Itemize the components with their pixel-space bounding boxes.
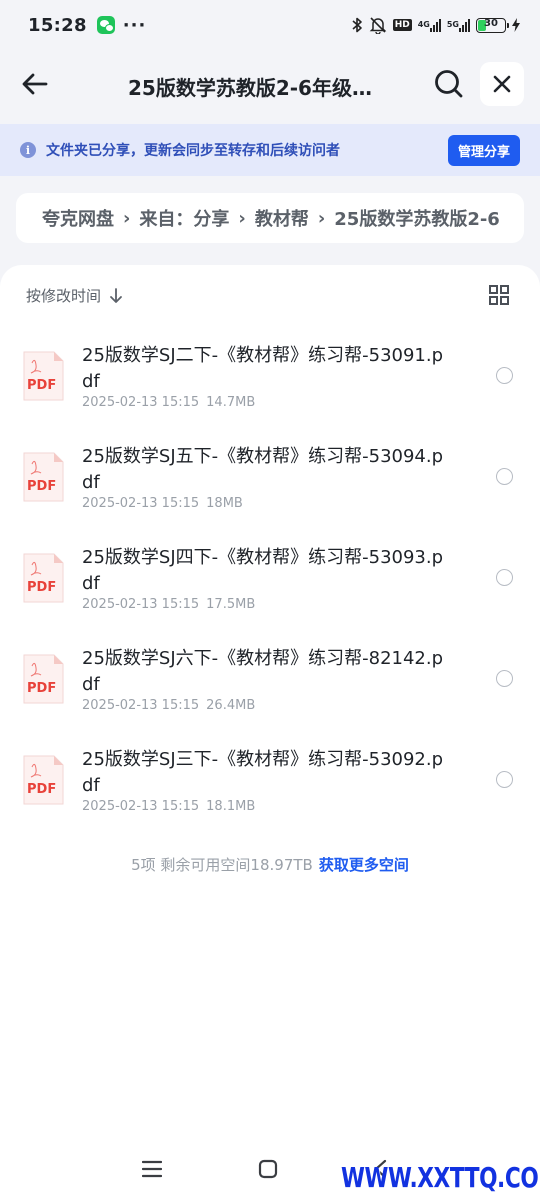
file-item[interactable]: PDF 25版数学SJ二下-《教材帮》练习帮-53091.pdf 2025-02… [0, 329, 540, 430]
file-meta: 2025-02-13 15:15 14.7MB [82, 395, 255, 410]
page-title: 25版数学苏教版2-6年级… [128, 76, 372, 100]
file-date: 2025-02-13 15:15 [82, 799, 200, 814]
svg-text:PDF: PDF [27, 479, 56, 494]
close-button[interactable] [480, 62, 524, 106]
status-time: 15:28 [28, 14, 87, 36]
select-radio[interactable] [496, 367, 513, 384]
breadcrumb-item-shared[interactable]: 来自：分享 [139, 205, 229, 231]
storage-summary: 5项 剩余可用空间18.97TB 获取更多空间 [0, 854, 540, 875]
file-item[interactable]: PDF 25版数学SJ四下-《教材帮》练习帮-53093.pdf 2025-02… [0, 531, 540, 632]
file-date: 2025-02-13 15:15 [82, 597, 200, 612]
file-size: 18.1MB [206, 799, 256, 814]
recent-apps-icon[interactable] [142, 1160, 162, 1178]
breadcrumb-item-folder[interactable]: 教材帮 [255, 205, 309, 231]
file-size: 26.4MB [206, 698, 256, 713]
file-size: 14.7MB [206, 395, 256, 410]
breadcrumb-item-current: 25版数学苏教版2-6 [334, 209, 500, 230]
pdf-file-icon: PDF [23, 351, 64, 401]
file-size: 18MB [206, 496, 243, 511]
back-button[interactable] [18, 66, 54, 102]
svg-text:PDF: PDF [27, 782, 56, 797]
sort-label: 按修改时间 [26, 287, 102, 305]
arrow-left-icon [22, 73, 48, 95]
svg-text:PDF: PDF [27, 681, 56, 696]
signal-5g-icon: 5G [447, 18, 470, 32]
status-bar: 15:28 ··· HD 4G 5G 30 [0, 0, 540, 50]
breadcrumb-item-root[interactable]: 夸克网盘 [42, 205, 114, 231]
search-icon [435, 70, 463, 98]
hd-icon: HD [392, 19, 412, 31]
file-date: 2025-02-13 15:15 [82, 698, 200, 713]
pdf-file-icon: PDF [23, 553, 64, 603]
watermark: WWW.XXTTQ.COM [341, 1161, 540, 1194]
manage-share-button[interactable]: 管理分享 [447, 134, 520, 166]
arrow-down-icon [110, 287, 122, 303]
charging-icon [512, 18, 520, 32]
file-panel: 按修改时间 PDF 25版数学SJ二下-《教材帮》练习帮-53091.pdf 2… [0, 265, 540, 1200]
select-radio[interactable] [496, 771, 513, 788]
battery-icon: 30 [476, 17, 509, 33]
info-icon: i [20, 142, 36, 158]
notice-text: 文件夹已分享，更新会同步至转存和后续访问者 [46, 143, 340, 159]
home-icon[interactable] [258, 1159, 278, 1179]
file-date: 2025-02-13 15:15 [82, 496, 200, 511]
file-meta: 2025-02-13 15:15 26.4MB [82, 698, 255, 713]
wechat-icon [96, 16, 115, 34]
sort-control[interactable]: 按修改时间 [26, 285, 123, 306]
pdf-file-icon: PDF [23, 452, 64, 502]
select-radio[interactable] [496, 670, 513, 687]
chevron-right-icon: › [238, 207, 246, 229]
pdf-file-icon: PDF [23, 654, 64, 704]
svg-text:PDF: PDF [27, 580, 56, 595]
storage-summary-text: 5项 剩余可用空间18.97TB [131, 856, 313, 874]
file-date: 2025-02-13 15:15 [82, 395, 200, 410]
status-icons: HD 4G 5G 30 [351, 16, 520, 34]
chevron-right-icon: › [123, 207, 131, 229]
close-icon [493, 75, 511, 93]
grid-view-button[interactable] [488, 284, 510, 306]
file-item[interactable]: PDF 25版数学SJ三下-《教材帮》练习帮-53092.pdf 2025-02… [0, 733, 540, 834]
bell-off-icon [369, 16, 387, 34]
signal-icon: 4G [418, 18, 441, 32]
select-radio[interactable] [496, 569, 513, 586]
get-more-space-link[interactable]: 获取更多空间 [319, 856, 409, 874]
file-item[interactable]: PDF 25版数学SJ六下-《教材帮》练习帮-82142.pdf 2025-02… [0, 632, 540, 733]
pdf-file-icon: PDF [23, 755, 64, 805]
file-name: 25版数学SJ三下-《教材帮》练习帮-53092.pdf [82, 749, 444, 796]
file-item[interactable]: PDF 25版数学SJ五下-《教材帮》练习帮-53094.pdf 2025-02… [0, 430, 540, 531]
file-name: 25版数学SJ二下-《教材帮》练习帮-53091.pdf [82, 345, 444, 392]
bluetooth-icon [351, 16, 363, 34]
file-meta: 2025-02-13 15:15 18MB [82, 496, 243, 511]
file-name: 25版数学SJ四下-《教材帮》练习帮-53093.pdf [82, 547, 444, 594]
select-radio[interactable] [496, 468, 513, 485]
header: 25版数学苏教版2-6年级… [0, 54, 540, 116]
file-size: 17.5MB [206, 597, 256, 612]
breadcrumb: 夸克网盘 › 来自：分享 › 教材帮 › 25版数学苏教版2-6 [16, 193, 524, 243]
file-meta: 2025-02-13 15:15 17.5MB [82, 597, 255, 612]
chevron-right-icon: › [317, 207, 326, 229]
file-name: 25版数学SJ六下-《教材帮》练习帮-82142.pdf [82, 648, 444, 695]
file-meta: 2025-02-13 15:15 18.1MB [82, 799, 255, 814]
file-name: 25版数学SJ五下-《教材帮》练习帮-53094.pdf [82, 446, 444, 493]
share-notice-bar: i 文件夹已分享，更新会同步至转存和后续访问者 管理分享 [0, 124, 540, 176]
more-notifications-icon: ··· [122, 14, 147, 36]
grid-view-icon [489, 285, 509, 305]
svg-text:PDF: PDF [27, 378, 56, 393]
search-button[interactable] [432, 67, 466, 101]
file-list: PDF 25版数学SJ二下-《教材帮》练习帮-53091.pdf 2025-02… [0, 329, 540, 834]
